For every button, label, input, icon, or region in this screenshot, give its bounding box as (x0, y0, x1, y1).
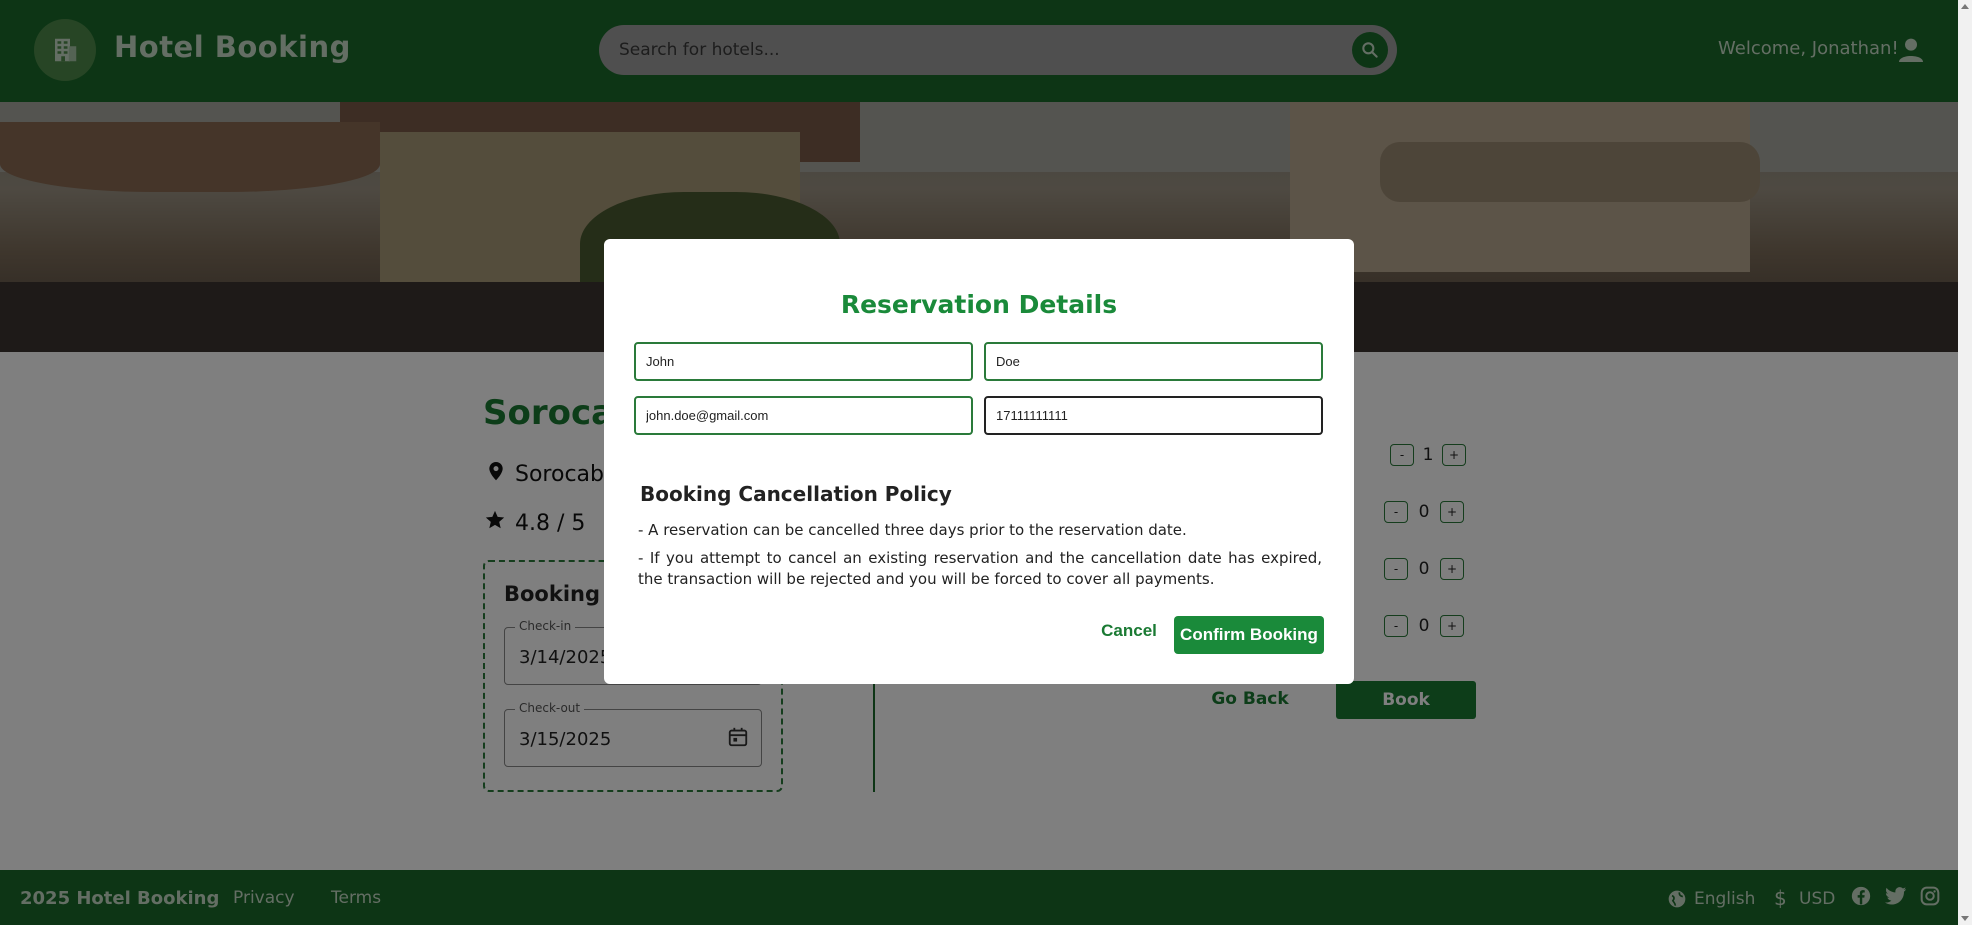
modal-title: Reservation Details (840, 290, 1118, 319)
last-name-input[interactable] (984, 342, 1323, 381)
scroll-up-icon[interactable] (1961, 4, 1969, 9)
page-scrollbar[interactable] (1958, 0, 1972, 925)
policy-item: - A reservation can be cancelled three d… (638, 521, 1187, 539)
reservation-modal: Reservation Details Booking Cancellation… (604, 239, 1354, 684)
policy-item: - If you attempt to cancel an existing r… (638, 549, 1322, 588)
phone-input[interactable] (984, 396, 1323, 435)
policy-title: Booking Cancellation Policy (640, 482, 952, 506)
confirm-booking-button[interactable]: Confirm Booking (1174, 616, 1324, 654)
first-name-input[interactable] (634, 342, 973, 381)
cancel-button[interactable]: Cancel (1094, 614, 1164, 648)
email-input[interactable] (634, 396, 973, 435)
scroll-down-icon[interactable] (1961, 916, 1969, 921)
